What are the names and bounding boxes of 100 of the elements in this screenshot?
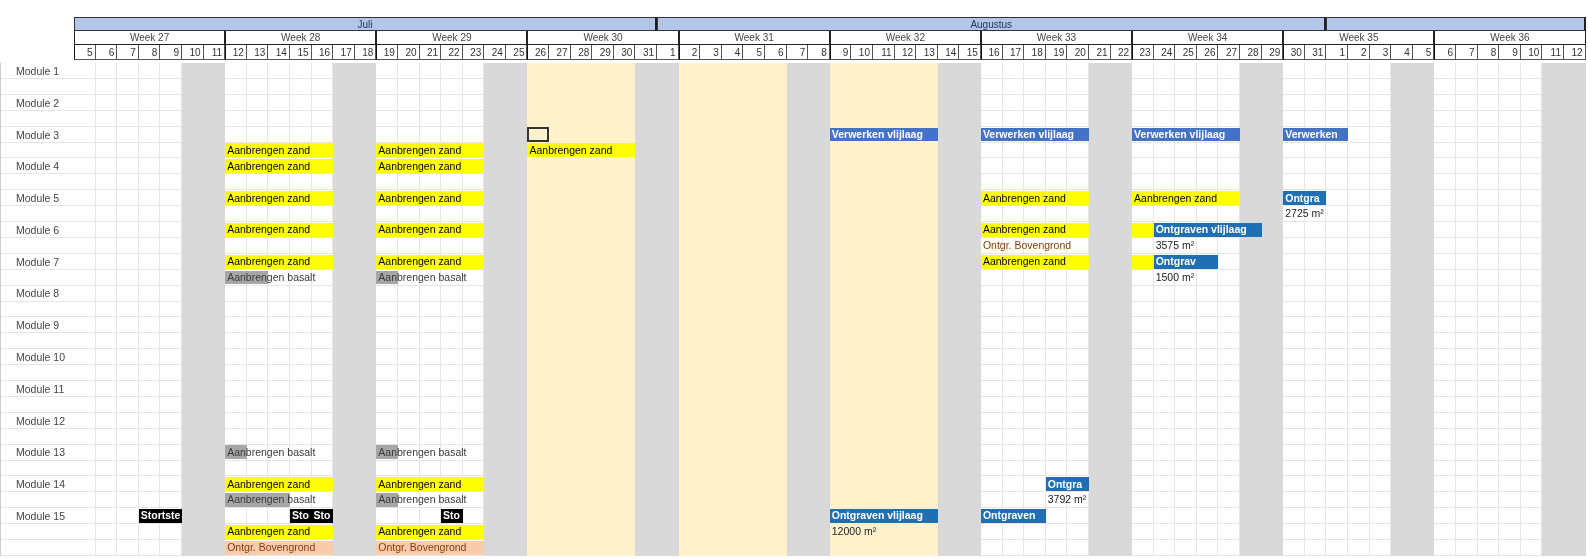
task-label: Stortste bbox=[139, 509, 181, 523]
task-label: Verwerken vlijlaag bbox=[1133, 128, 1226, 141]
task-label: Aanbrengen zand bbox=[226, 159, 311, 173]
task-label: Aanbrengen zand bbox=[377, 143, 462, 157]
day-header: 18 bbox=[1024, 45, 1046, 60]
week-header: Week 28 bbox=[225, 31, 377, 45]
row-label: Module 1 bbox=[15, 64, 60, 77]
day-header: 30 bbox=[613, 45, 636, 60]
day-header: 25 bbox=[505, 45, 528, 60]
week-header: Week 32 bbox=[829, 31, 981, 45]
day-header: 5 bbox=[1412, 45, 1435, 60]
day-header: 16 bbox=[980, 45, 1003, 60]
row-label: Module 5 bbox=[15, 192, 60, 205]
day-header: 7 bbox=[786, 45, 809, 60]
task-label: Aanbrengen zand bbox=[226, 477, 311, 491]
task-label: Aanbrengen zand bbox=[981, 223, 1066, 237]
day-header: 4 bbox=[721, 45, 744, 60]
task-label: Aanbrengen zand bbox=[1133, 191, 1217, 205]
day-header: 24 bbox=[484, 45, 506, 60]
day-header: 3 bbox=[700, 45, 722, 60]
day-header: 23 bbox=[1132, 45, 1154, 60]
day-header: 27 bbox=[1218, 45, 1241, 60]
day-header: 17 bbox=[333, 45, 355, 60]
day-header: 15 bbox=[959, 45, 981, 60]
day-header: 11 bbox=[872, 45, 895, 60]
task-label: Ontgraven vlijlaag bbox=[830, 509, 923, 523]
day-header: 21 bbox=[419, 45, 442, 60]
task-label: Aanbrengen basalt bbox=[377, 271, 467, 284]
task-label: Aanbrengen zand bbox=[226, 191, 311, 205]
row-label: Module 14 bbox=[15, 478, 66, 491]
day-header: 6 bbox=[95, 45, 118, 60]
day-header: 31 bbox=[1304, 45, 1327, 60]
task-label: Aanbrengen zand bbox=[377, 159, 462, 173]
day-header: 24 bbox=[1153, 45, 1176, 60]
day-header: 8 bbox=[808, 45, 830, 60]
task-label: Aanbrengen zand bbox=[226, 525, 311, 539]
day-header: 14 bbox=[268, 45, 290, 60]
day-header: 8 bbox=[1477, 45, 1500, 60]
day-header: 5 bbox=[743, 45, 765, 60]
day-header: 31 bbox=[635, 45, 658, 60]
day-header: 21 bbox=[1088, 45, 1111, 60]
task-label: Aanbrengen zand bbox=[226, 143, 311, 157]
task-label: Sto bbox=[290, 509, 309, 523]
day-header: 30 bbox=[1283, 45, 1305, 60]
day-header: 28 bbox=[570, 45, 593, 60]
month-header: Augustus bbox=[657, 17, 1327, 31]
day-header: 19 bbox=[1045, 45, 1068, 60]
task-label: Verwerken vlijlaag bbox=[981, 128, 1074, 141]
day-header: 16 bbox=[311, 45, 334, 60]
week-header: Week 33 bbox=[980, 31, 1133, 45]
task-label: Aanbrengen basalt bbox=[226, 493, 316, 507]
week-header: Week 35 bbox=[1283, 31, 1435, 45]
day-header: 6 bbox=[1434, 45, 1456, 60]
day-header: 29 bbox=[1261, 45, 1284, 60]
day-header: 15 bbox=[289, 45, 312, 60]
task-label: Ontgr. Bovengrond bbox=[226, 541, 316, 555]
task-label: Ontgraven bbox=[981, 509, 1036, 523]
task-label: Sto bbox=[442, 509, 460, 523]
task-label: Aanbrengen zand bbox=[377, 525, 462, 539]
row-label: Module 9 bbox=[15, 319, 60, 332]
day-header: 11 bbox=[203, 45, 226, 60]
quantity-label: 3792 m² bbox=[1046, 493, 1087, 507]
day-header: 2 bbox=[1348, 45, 1370, 60]
week-header: Week 27 bbox=[74, 31, 226, 45]
day-header: 27 bbox=[549, 45, 571, 60]
day-header: 12 bbox=[225, 45, 247, 60]
day-header: 23 bbox=[462, 45, 485, 60]
week-header: Week 31 bbox=[678, 31, 830, 45]
day-header: 9 bbox=[829, 45, 852, 60]
task-label: Aanbrengen zand bbox=[226, 255, 311, 269]
day-header: 20 bbox=[397, 45, 420, 60]
day-header: 4 bbox=[1391, 45, 1413, 60]
day-header: 20 bbox=[1067, 45, 1089, 60]
day-header: 17 bbox=[1002, 45, 1025, 60]
quantity-label: 3575 m² bbox=[1154, 239, 1195, 253]
day-header: 18 bbox=[354, 45, 377, 60]
task-label: Aanbrengen zand bbox=[377, 477, 462, 491]
row-label: Module 8 bbox=[15, 287, 60, 300]
task-label: Ontgrav bbox=[1154, 255, 1196, 269]
day-header: 10 bbox=[851, 45, 873, 60]
day-header: 13 bbox=[246, 45, 269, 60]
task-label: Aanbrengen basalt bbox=[226, 445, 316, 459]
quantity-label: 1500 m² bbox=[1154, 271, 1195, 284]
day-header: 8 bbox=[138, 45, 161, 60]
quantity-label: 12000 m² bbox=[830, 525, 877, 539]
task-label: Verwerken bbox=[1284, 128, 1338, 141]
week-header: Week 36 bbox=[1434, 31, 1586, 45]
task-label: Aanbrengen zand bbox=[377, 191, 462, 205]
task-label: Aanbrengen zand bbox=[377, 255, 462, 269]
row-label: Module 6 bbox=[15, 223, 60, 236]
day-header: 2 bbox=[678, 45, 701, 60]
day-header: 25 bbox=[1175, 45, 1197, 60]
day-header: 29 bbox=[592, 45, 614, 60]
day-header: 1 bbox=[657, 45, 679, 60]
day-header: 10 bbox=[1520, 45, 1543, 60]
task-label: Aanbrengen zand bbox=[377, 223, 462, 237]
week-header: Week 30 bbox=[527, 31, 679, 45]
row-label: Module 12 bbox=[15, 414, 66, 427]
day-header: 1 bbox=[1326, 45, 1349, 60]
day-header: 3 bbox=[1369, 45, 1392, 60]
